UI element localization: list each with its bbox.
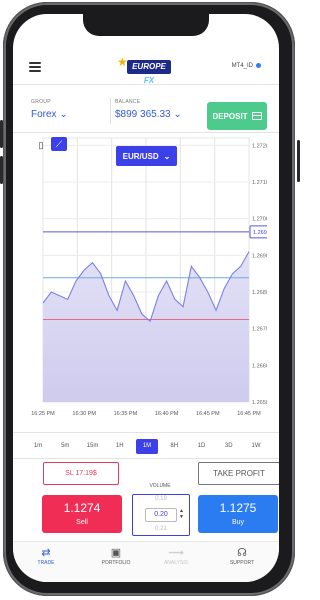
y-tick-label: 1.27000 (252, 217, 267, 223)
line-chart-icon[interactable]: ⟋ (51, 137, 67, 151)
app-screen: ★ EUROPE FX MT4_ID GROUP Forex ⌄ BALANCE… (13, 14, 279, 582)
candlestick-chart-icon[interactable]: ▯ (33, 138, 49, 152)
y-tick-label: 1.26700 (252, 327, 267, 333)
deposit-label: DEPOSIT (212, 111, 248, 121)
take-profit-label: TAKE PROFIT (213, 469, 265, 478)
timeframe-1d[interactable]: 1D (191, 439, 213, 454)
divider (13, 132, 279, 133)
account-info-bar: GROUP Forex ⌄ BALANCE $899 365.33 ⌄ DEPO… (13, 84, 279, 130)
menu-icon[interactable] (29, 62, 41, 72)
volume-next-value: 0.21 (155, 526, 167, 532)
analysis-icon: ⟿ (168, 547, 184, 559)
pair-selector[interactable]: EUR/USD ⌄ (116, 146, 177, 166)
x-tick-label: 16:45 PM (196, 411, 220, 417)
balance-value: $899 365.33 (115, 109, 171, 120)
nav-analysis[interactable]: ⟿ ANALYSIS (151, 546, 201, 566)
y-tick-label: 1.26900 (252, 253, 267, 259)
balance-label: BALANCE (115, 99, 141, 105)
volume-input[interactable]: 0.20 (145, 508, 177, 522)
account-id[interactable]: MT4_ID (232, 63, 261, 69)
sell-button[interactable]: 1.1274 Sell (42, 495, 122, 533)
nav-support[interactable]: ☊ SUPPORT (217, 546, 267, 566)
sell-label: Sell (76, 519, 88, 526)
take-profit-button[interactable]: TAKE PROFIT (198, 462, 279, 485)
y-tick-label: 1.26600 (252, 363, 267, 369)
balance-selector[interactable]: BALANCE $899 365.33 ⌄ (115, 99, 182, 120)
phone-volume-up (0, 120, 3, 148)
current-price-label: 1.26964 (253, 230, 267, 236)
pair-label: EUR/USD (122, 151, 159, 161)
timeframe-1w[interactable]: 1W (245, 439, 267, 454)
timeframe-3d[interactable]: 3D (218, 439, 240, 454)
nav-support-label: SUPPORT (229, 560, 255, 566)
group-selector[interactable]: GROUP Forex ⌄ (31, 99, 68, 120)
timeframe-1h[interactable]: 1H (109, 439, 131, 454)
divider (110, 98, 111, 124)
x-tick-label: 16:25 PM (31, 411, 55, 417)
bottom-nav: ⇄ TRADE ▣ PORTFOLIO ⟿ ANALYSIS ☊ SUPPORT (13, 541, 279, 582)
nav-trade-label: TRADE (37, 560, 55, 566)
group-label: GROUP (31, 99, 51, 105)
price-chart[interactable]: 1.27200 1.27100 1.27000 1.26900 1.26800 1.267… (27, 134, 278, 426)
top-bar: ★ EUROPE FX MT4_ID (13, 52, 279, 85)
nav-portfolio-label: PORTFOLIO (101, 560, 131, 566)
nav-portfolio[interactable]: ▣ PORTFOLIO (91, 546, 141, 566)
y-tick-label: 1.26800 (252, 290, 267, 296)
account-status-icon (256, 63, 261, 68)
timeframe-5m[interactable]: 5m (54, 439, 76, 454)
chevron-down-icon: ⌄ (59, 109, 68, 120)
divider (13, 432, 279, 433)
x-tick-label: 16:30 PM (72, 411, 96, 417)
phone-notch (83, 14, 209, 36)
chevron-down-icon: ⌄ (163, 151, 171, 161)
y-tick-label: 1.26500 (252, 400, 267, 406)
y-tick-label: 1.27100 (252, 180, 267, 186)
volume-label: VOLUME (149, 483, 171, 489)
timeframe-15m[interactable]: 15m (82, 439, 104, 454)
headset-icon: ☊ (237, 547, 247, 559)
y-tick-label: 1.27200 (252, 143, 267, 149)
chevron-down-icon: ⌄ (173, 109, 182, 120)
timeframe-bar: 1m 5m 15m 1H 1M 8H 1D 3D 1W (27, 438, 267, 454)
chart-svg[interactable]: 1.27200 1.27100 1.27000 1.26900 1.26800 1.267… (27, 134, 278, 426)
phone-volume-down (0, 156, 3, 184)
x-tick-label: 16:35 PM (114, 411, 138, 417)
buy-button[interactable]: 1.1275 Buy (198, 495, 278, 533)
buy-label: Buy (231, 519, 245, 526)
card-icon (251, 112, 262, 120)
x-tick-label: 16:40 PM (155, 411, 179, 417)
buy-price: 1.1275 (219, 501, 257, 515)
group-value: Forex (31, 109, 57, 120)
volume-arrows-icon[interactable]: ▲ ▼ (179, 508, 184, 520)
volume-stepper[interactable]: 0.19 0.20 ▲ ▼ 0.21 (132, 494, 190, 536)
timeframe-8h[interactable]: 8H (163, 439, 185, 454)
timeframe-1m[interactable]: 1M (136, 438, 158, 454)
timeframe-1m[interactable]: 1m (27, 439, 49, 454)
sell-price: 1.1274 (63, 501, 101, 515)
brand-logo: ★ EUROPE FX (117, 55, 177, 85)
deposit-button[interactable]: DEPOSIT (207, 102, 267, 130)
x-tick-label: 16:45 PM (237, 411, 261, 417)
briefcase-icon: ▣ (110, 547, 122, 559)
divider (13, 458, 279, 459)
nav-trade[interactable]: ⇄ TRADE (21, 546, 71, 566)
stop-loss-label: SL 17.19$ (65, 470, 97, 477)
nav-analysis-label: ANALYSIS (163, 560, 189, 566)
volume-prev-value: 0.19 (155, 496, 167, 502)
swap-arrows-icon: ⇄ (41, 547, 51, 559)
phone-power-button (297, 140, 300, 182)
stop-loss-button[interactable]: SL 17.19$ (43, 462, 119, 485)
